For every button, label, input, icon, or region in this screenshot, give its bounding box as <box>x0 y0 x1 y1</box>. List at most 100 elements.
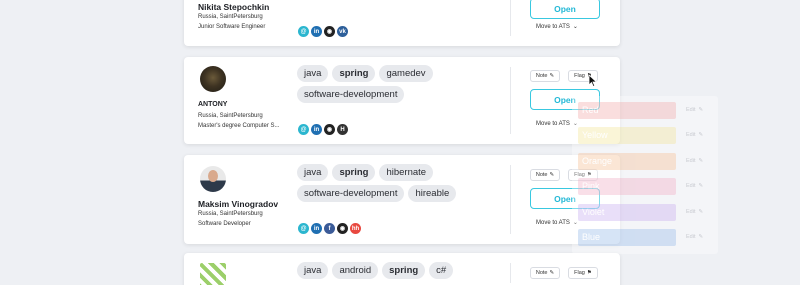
skill-tag[interactable]: android <box>332 262 379 279</box>
flag-edit-label: Edit <box>686 132 696 138</box>
candidate-meta: Russia, SaintPetersburg Software Develop… <box>198 210 263 229</box>
move-to-ats-button[interactable]: Move to ATS ⌄ <box>536 23 578 31</box>
flag-edit-label: Edit <box>686 183 696 189</box>
skill-tags: java android spring c# <box>297 262 502 279</box>
pencil-icon: ✎ <box>698 183 704 189</box>
flag-option-label: Blue <box>582 232 601 242</box>
avatar-face <box>208 170 218 182</box>
flag-color-menu: Red Edit ✎ Yellow Edit ✎ Orange Edit ✎ P… <box>572 96 718 254</box>
flag-option-label: Violet <box>582 207 605 217</box>
note-label: Note <box>535 270 548 276</box>
card-divider <box>510 67 511 134</box>
flag-option-orange[interactable]: Orange <box>578 153 676 170</box>
candidate-title: Software Developer <box>198 220 251 227</box>
move-to-ats-label: Move to ATS <box>536 219 570 226</box>
candidate-location: Russia, SaintPetersburg <box>198 211 263 217</box>
flag-edit-label: Edit <box>686 158 696 164</box>
candidate-title: Master's degree Computer S... <box>198 122 280 129</box>
candidate-card: Nikita Stepochkin Russia, SaintPetersbur… <box>184 0 620 46</box>
candidate-meta: Russia, SaintPetersburg Junior Software … <box>198 13 265 32</box>
email-icon[interactable]: @ <box>298 223 309 234</box>
chevron-down-icon: ⌄ <box>572 24 578 30</box>
note-label: Note <box>535 172 548 178</box>
skill-tag[interactable]: spring <box>332 65 376 82</box>
flag-edit-label: Edit <box>686 107 696 113</box>
move-to-ats-label: Move to ATS <box>536 120 570 127</box>
social-links: @ in f ◉ hh <box>298 223 361 234</box>
flag-label: Flag <box>574 73 585 79</box>
move-to-ats-label: Move to ATS <box>536 23 570 30</box>
candidate-name[interactable]: ANTONY <box>198 101 227 108</box>
flag-edit-label: Edit <box>686 209 696 215</box>
flag-option-label: Yellow <box>582 130 608 140</box>
email-icon[interactable]: @ <box>298 124 309 135</box>
skill-tag[interactable]: software-development <box>297 185 405 202</box>
candidate-card: java android spring c# Note ✎ Flag ⚑ <box>184 253 620 285</box>
skill-tags: java spring hibernate software-developme… <box>297 164 502 202</box>
skill-tag[interactable]: java <box>297 164 329 181</box>
pencil-icon: ✎ <box>698 234 704 240</box>
card-divider <box>510 0 511 36</box>
flag-option-label: Orange <box>582 156 613 166</box>
open-button[interactable]: Open <box>530 0 600 19</box>
pencil-icon: ✎ <box>698 132 704 138</box>
note-button[interactable]: Note ✎ <box>530 70 560 82</box>
email-icon[interactable]: @ <box>298 26 309 37</box>
pencil-icon: ✎ <box>698 209 704 215</box>
pencil-icon: ✎ <box>698 158 704 164</box>
hh-icon[interactable]: hh <box>350 223 361 234</box>
flag-button[interactable]: Flag ⚑ <box>568 267 598 279</box>
flag-option-label: Pink <box>582 181 600 191</box>
github-icon[interactable]: ◉ <box>324 124 335 135</box>
flag-edit-button[interactable]: Edit ✎ <box>686 209 703 215</box>
habr-icon[interactable]: H <box>337 124 348 135</box>
skill-tag[interactable]: software-development <box>297 86 405 103</box>
linkedin-icon[interactable]: in <box>311 223 322 234</box>
skill-tag[interactable]: c# <box>429 262 454 279</box>
flag-edit-button[interactable]: Edit ✎ <box>686 107 703 113</box>
github-icon[interactable]: ◉ <box>324 26 335 37</box>
skill-tag[interactable]: hibernate <box>379 164 434 181</box>
note-button[interactable]: Note ✎ <box>530 169 560 181</box>
flag-option-pink[interactable]: Pink <box>578 178 676 195</box>
skill-tag[interactable]: java <box>297 65 329 82</box>
linkedin-icon[interactable]: in <box>311 124 322 135</box>
skill-tag[interactable]: java <box>297 262 329 279</box>
flag-option-blue[interactable]: Blue <box>578 229 676 246</box>
skill-tags: java spring gamedev software-development <box>297 65 502 103</box>
linkedin-icon[interactable]: in <box>311 26 322 37</box>
flag-option-violet[interactable]: Violet <box>578 204 676 221</box>
social-links: @ in ◉ vk <box>298 26 348 37</box>
facebook-icon[interactable]: f <box>324 223 335 234</box>
candidate-title: Junior Software Engineer <box>198 23 266 30</box>
flag-label: Flag <box>574 270 585 276</box>
note-icon: ✎ <box>549 73 555 79</box>
flag-edit-button[interactable]: Edit ✎ <box>686 234 703 240</box>
flag-edit-button[interactable]: Edit ✎ <box>686 132 703 138</box>
avatar <box>200 166 226 192</box>
candidate-name[interactable]: Nikita Stepochkin <box>198 2 269 12</box>
flag-icon: ⚑ <box>586 270 592 276</box>
candidate-location: Russia, SaintPetersburg <box>198 113 263 119</box>
mouse-cursor-icon <box>588 74 598 88</box>
flag-option-yellow[interactable]: Yellow <box>578 127 676 144</box>
avatar <box>200 263 226 285</box>
candidate-card: ANTONY Russia, SaintPetersburg Master's … <box>184 57 620 144</box>
note-button[interactable]: Note ✎ <box>530 267 560 279</box>
skill-tag[interactable]: spring <box>382 262 426 279</box>
flag-option-label: Red <box>582 105 599 115</box>
vk-icon[interactable]: vk <box>337 26 348 37</box>
skill-tag[interactable]: hireable <box>408 185 457 202</box>
skill-tag[interactable]: spring <box>332 164 376 181</box>
note-icon: ✎ <box>549 172 555 178</box>
flag-edit-button[interactable]: Edit ✎ <box>686 183 703 189</box>
social-links: @ in ◉ H <box>298 124 348 135</box>
flag-edit-label: Edit <box>686 234 696 240</box>
flag-option-red[interactable]: Red <box>578 102 676 119</box>
candidate-location: Russia, SaintPetersburg <box>198 14 263 20</box>
card-divider <box>510 263 511 283</box>
flag-edit-button[interactable]: Edit ✎ <box>686 158 703 164</box>
skill-tag[interactable]: gamedev <box>379 65 433 82</box>
candidate-name[interactable]: Maksim Vinogradov <box>198 199 278 209</box>
github-icon[interactable]: ◉ <box>337 223 348 234</box>
